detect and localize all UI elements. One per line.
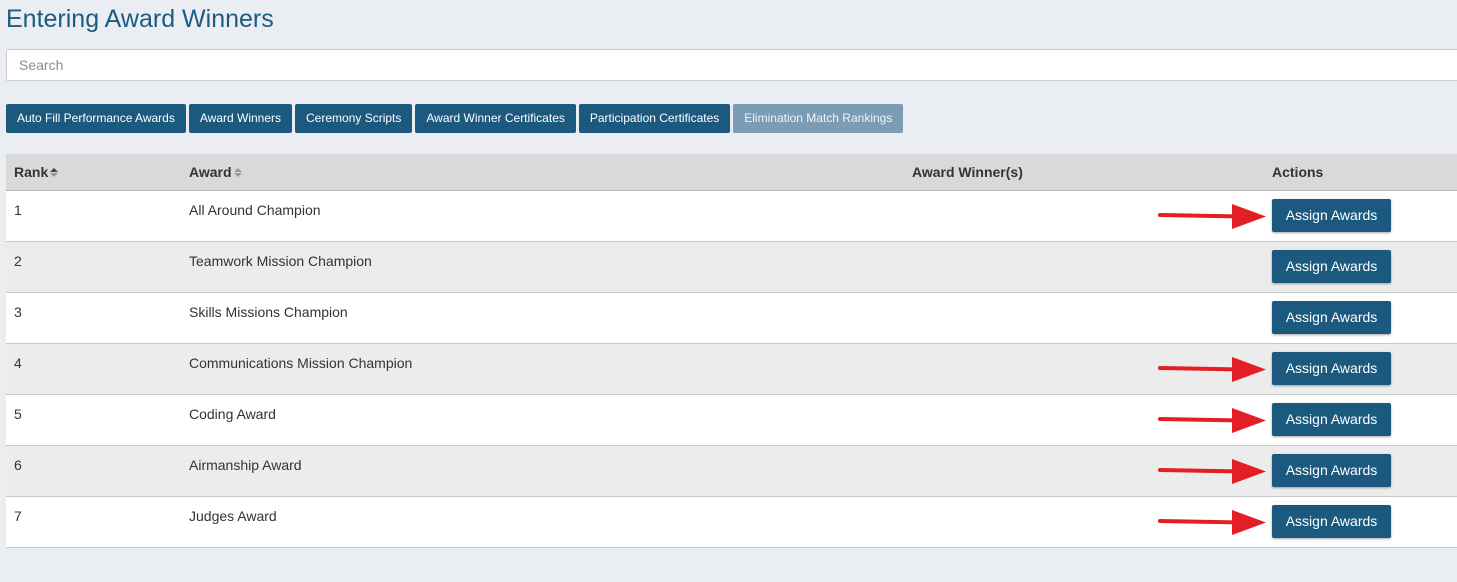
search-input[interactable] [7, 50, 1457, 80]
award-winners-value [895, 242, 1271, 253]
column-header-actions: Actions [1271, 154, 1457, 191]
rank-value: 3 [14, 304, 22, 320]
column-header-award-winners: Award Winner(s) [895, 154, 1271, 191]
sort-icon[interactable] [233, 168, 242, 178]
column-header-award[interactable]: Award [181, 154, 895, 191]
award-winner-certificates-button[interactable]: Award Winner Certificates [415, 104, 576, 133]
assign-awards-button[interactable]: Assign Awards [1272, 199, 1391, 232]
participation-certificates-button[interactable]: Participation Certificates [578, 104, 731, 133]
table-row: 1 All Around Champion Assign Awards [6, 190, 1457, 242]
rank-value: 6 [14, 457, 22, 473]
assign-awards-button[interactable]: Assign Awards [1272, 403, 1391, 436]
rank-value: 2 [14, 253, 22, 269]
award-cell: Communications Mission Champion [181, 343, 895, 395]
red-arrow-icon [1158, 408, 1266, 433]
rank-value: 7 [14, 508, 22, 524]
search-field[interactable] [6, 49, 1457, 81]
column-header-actions-label: Actions [1272, 164, 1324, 180]
award-winners-button[interactable]: Award Winners [188, 104, 292, 133]
ceremony-scripts-button[interactable]: Ceremony Scripts [295, 104, 413, 133]
actions-cell: Assign Awards [1271, 292, 1457, 344]
award-name: Teamwork Mission Champion [189, 253, 372, 269]
award-name: All Around Champion [189, 202, 321, 218]
sort-icon[interactable] [50, 168, 59, 178]
award-cell: All Around Champion [181, 190, 895, 242]
table-row: 5 Coding Award Assign Awards [6, 394, 1457, 446]
red-arrow-icon [1158, 204, 1266, 229]
actions-cell: Assign Awards [1158, 190, 1457, 242]
rank-cell: 7 [6, 496, 181, 548]
award-winners-cell [895, 241, 1271, 293]
rank-cell: 1 [6, 190, 181, 242]
red-arrow-icon [1158, 510, 1266, 535]
table-row: 6 Airmanship Award Assign Awards [6, 445, 1457, 497]
actions-cell: Assign Awards [1158, 343, 1457, 395]
award-cell: Teamwork Mission Champion [181, 241, 895, 293]
page-title: Entering Award Winners [6, 5, 274, 33]
elimination-match-rankings-button[interactable]: Elimination Match Rankings [733, 104, 904, 133]
awards-table: Rank Award Award Winner(s) Actions 1 All … [6, 154, 1457, 548]
red-arrow-icon [1158, 357, 1266, 382]
actions-cell: Assign Awards [1158, 496, 1457, 548]
actions-cell: Assign Awards [1271, 241, 1457, 293]
rank-cell: 2 [6, 241, 181, 293]
assign-awards-button[interactable]: Assign Awards [1272, 505, 1391, 538]
rank-cell: 3 [6, 292, 181, 344]
assign-awards-button[interactable]: Assign Awards [1272, 454, 1391, 487]
table-row: 2 Teamwork Mission Champion Assign Awards [6, 241, 1457, 293]
column-header-rank[interactable]: Rank [6, 154, 181, 191]
red-arrow-icon [1158, 459, 1266, 484]
award-winners-cell [895, 292, 1271, 344]
table-row: 7 Judges Award Assign Awards [6, 496, 1457, 548]
table-header-row: Rank Award Award Winner(s) Actions [6, 154, 1457, 191]
award-cell: Skills Missions Champion [181, 292, 895, 344]
award-name: Communications Mission Champion [189, 355, 413, 371]
toolbar: Auto Fill Performance Awards Award Winne… [6, 104, 904, 133]
award-cell: Coding Award [181, 394, 895, 446]
rank-cell: 5 [6, 394, 181, 446]
assign-awards-button[interactable]: Assign Awards [1272, 250, 1391, 283]
award-name: Coding Award [189, 406, 276, 422]
rank-value: 5 [14, 406, 22, 422]
table-row: 3 Skills Missions Champion Assign Awards [6, 292, 1457, 344]
table-row: 4 Communications Mission Champion Assign A… [6, 343, 1457, 395]
column-header-award-winners-label: Award Winner(s) [912, 164, 1023, 180]
rank-cell: 6 [6, 445, 181, 497]
rank-value: 1 [14, 202, 22, 218]
award-name: Skills Missions Champion [189, 304, 348, 320]
award-cell: Judges Award [181, 496, 895, 548]
actions-cell: Assign Awards [1158, 394, 1457, 446]
column-header-rank-label: Rank [14, 164, 49, 180]
award-name: Judges Award [189, 508, 277, 524]
rank-cell: 4 [6, 343, 181, 395]
award-cell: Airmanship Award [181, 445, 895, 497]
award-name: Airmanship Award [189, 457, 302, 473]
rank-value: 4 [14, 355, 22, 371]
assign-awards-button[interactable]: Assign Awards [1272, 301, 1391, 334]
award-winners-value [895, 293, 1271, 304]
actions-cell: Assign Awards [1158, 445, 1457, 497]
assign-awards-button[interactable]: Assign Awards [1272, 352, 1391, 385]
auto-fill-performance-awards-button[interactable]: Auto Fill Performance Awards [6, 104, 186, 133]
column-header-award-label: Award [189, 164, 232, 180]
